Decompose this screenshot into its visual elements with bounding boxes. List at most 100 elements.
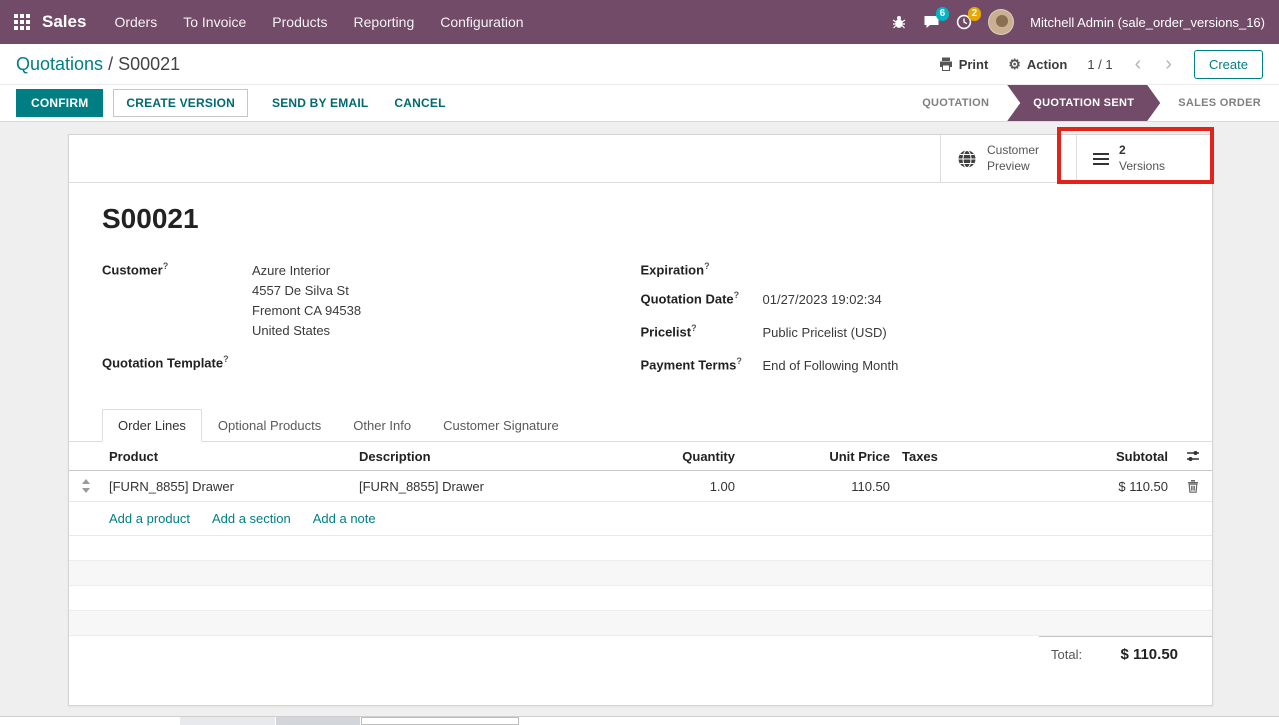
- messages-button[interactable]: 6: [923, 14, 940, 30]
- form-sheet: Customer Preview 2 Versions S00021 Custo…: [68, 134, 1213, 706]
- gear-icon: ⚙: [1008, 56, 1021, 73]
- topbar-right: 6 2 Mitchell Admin (sale_order_versions_…: [891, 9, 1265, 35]
- pager-previous-icon[interactable]: ‹: [1133, 54, 1144, 74]
- versions-button[interactable]: 2 Versions: [1076, 135, 1212, 182]
- field-payment-terms: Payment Terms? End of Following Month: [641, 356, 1180, 376]
- tab-other-info[interactable]: Other Info: [337, 409, 427, 442]
- customer-city: Fremont CA 94538: [252, 301, 361, 321]
- header-quantity[interactable]: Quantity: [671, 449, 741, 464]
- header-taxes[interactable]: Taxes: [896, 449, 1016, 464]
- field-column-left: Customer? Azure Interior 4557 De Silva S…: [102, 261, 641, 389]
- create-version-button[interactable]: CREATE VERSION: [113, 89, 248, 117]
- header-description[interactable]: Description: [353, 449, 671, 464]
- customer-street: 4557 De Silva St: [252, 281, 361, 301]
- breadcrumb: Quotations / S00021: [16, 54, 180, 75]
- customer-preview-line2: Preview: [987, 159, 1039, 175]
- header-product[interactable]: Product: [103, 449, 353, 464]
- pager-counter: 1 / 1: [1087, 57, 1112, 72]
- menu-to-invoice[interactable]: To Invoice: [183, 14, 246, 30]
- form-statusbar: CONFIRM CREATE VERSION SEND BY EMAIL CAN…: [0, 85, 1279, 122]
- step-quotation[interactable]: QUOTATION: [904, 85, 1007, 121]
- help-icon: ?: [223, 354, 229, 364]
- customer-value[interactable]: Azure Interior 4557 De Silva St Fremont …: [252, 261, 361, 341]
- user-name[interactable]: Mitchell Admin (sale_order_versions_16): [1030, 15, 1265, 30]
- bottom-partial-button: [276, 717, 360, 725]
- total-label: Total:: [1051, 647, 1082, 662]
- field-quotation-template: Quotation Template?: [102, 354, 641, 370]
- customer-country: United States: [252, 321, 361, 341]
- action-button[interactable]: ⚙ Action: [1008, 56, 1067, 73]
- pricelist-label: Pricelist?: [641, 323, 763, 343]
- add-note-link[interactable]: Add a note: [313, 511, 376, 526]
- help-icon: ?: [736, 356, 742, 366]
- print-label: Print: [959, 57, 989, 72]
- payment-terms-label: Payment Terms?: [641, 356, 763, 376]
- menu-products[interactable]: Products: [272, 14, 327, 30]
- customer-name[interactable]: Azure Interior: [252, 261, 361, 281]
- cell-subtotal: $ 110.50: [1016, 479, 1174, 494]
- cell-quantity[interactable]: 1.00: [671, 479, 741, 494]
- customer-label: Customer?: [102, 261, 252, 341]
- quotation-date-value[interactable]: 01/27/2023 19:02:34: [763, 290, 882, 310]
- list-icon: [1093, 153, 1109, 165]
- empty-row: [69, 586, 1212, 611]
- pager-next-icon[interactable]: ›: [1163, 54, 1174, 74]
- breadcrumb-separator: /: [103, 54, 118, 74]
- help-icon: ?: [704, 261, 710, 271]
- add-section-link[interactable]: Add a section: [212, 511, 291, 526]
- cell-description[interactable]: [FURN_8855] Drawer: [353, 479, 671, 494]
- create-button[interactable]: Create: [1194, 50, 1263, 79]
- tab-customer-signature[interactable]: Customer Signature: [427, 409, 575, 442]
- cancel-button[interactable]: CANCEL: [384, 90, 455, 116]
- customer-preview-button[interactable]: Customer Preview: [940, 135, 1076, 182]
- top-navbar: Sales Orders To Invoice Products Reporti…: [0, 0, 1279, 44]
- tab-optional-products[interactable]: Optional Products: [202, 409, 337, 442]
- empty-row: [69, 561, 1212, 586]
- field-group: Customer? Azure Interior 4557 De Silva S…: [69, 261, 1212, 389]
- confirm-button[interactable]: CONFIRM: [16, 89, 103, 117]
- drag-handle-icon[interactable]: [81, 479, 91, 493]
- menu-configuration[interactable]: Configuration: [440, 14, 523, 30]
- order-line-row[interactable]: [FURN_8855] Drawer [FURN_8855] Drawer 1.…: [69, 471, 1212, 502]
- bug-icon: [891, 14, 907, 30]
- cell-unit-price[interactable]: 110.50: [741, 479, 896, 494]
- help-icon: ?: [734, 290, 740, 300]
- empty-row: [69, 536, 1212, 561]
- apps-menu-icon[interactable]: [14, 14, 30, 30]
- field-pricelist: Pricelist? Public Pricelist (USD): [641, 323, 1180, 343]
- app-name[interactable]: Sales: [42, 12, 86, 32]
- menu-reporting[interactable]: Reporting: [354, 14, 415, 30]
- action-label: Action: [1027, 57, 1067, 72]
- step-sales-order[interactable]: SALES ORDER: [1160, 85, 1279, 121]
- debug-bug-icon[interactable]: [891, 14, 907, 30]
- help-icon: ?: [691, 323, 697, 333]
- tab-order-lines[interactable]: Order Lines: [102, 409, 202, 442]
- state-steps: QUOTATION QUOTATION SENT SALES ORDER: [904, 85, 1279, 121]
- quotation-template-label: Quotation Template?: [102, 354, 252, 370]
- pricelist-value[interactable]: Public Pricelist (USD): [763, 323, 887, 343]
- total-value: $ 110.50: [1120, 646, 1178, 663]
- field-expiration: Expiration?: [641, 261, 1180, 277]
- cell-product[interactable]: [FURN_8855] Drawer: [103, 479, 353, 494]
- activities-button[interactable]: 2: [956, 14, 972, 30]
- send-by-email-button[interactable]: SEND BY EMAIL: [262, 90, 378, 116]
- step-quotation-sent[interactable]: QUOTATION SENT: [1007, 85, 1160, 121]
- breadcrumb-quotations-link[interactable]: Quotations: [16, 54, 103, 74]
- add-product-link[interactable]: Add a product: [109, 511, 190, 526]
- trash-icon[interactable]: [1187, 479, 1199, 493]
- print-button[interactable]: Print: [939, 57, 989, 72]
- optional-columns-icon[interactable]: [1186, 449, 1200, 463]
- versions-count: 2: [1119, 143, 1165, 159]
- printer-icon: [939, 57, 953, 71]
- bottom-partial-button: [361, 717, 519, 725]
- totals-section: Total: $ 110.50: [69, 636, 1212, 663]
- header-subtotal[interactable]: Subtotal: [1016, 449, 1174, 464]
- quotation-date-label: Quotation Date?: [641, 290, 763, 310]
- header-unit-price[interactable]: Unit Price: [741, 449, 896, 464]
- help-icon: ?: [163, 261, 169, 271]
- payment-terms-value[interactable]: End of Following Month: [763, 356, 899, 376]
- bottom-partial-button: [180, 717, 275, 725]
- menu-orders[interactable]: Orders: [114, 14, 157, 30]
- expiration-label: Expiration?: [641, 261, 763, 277]
- user-avatar[interactable]: [988, 9, 1014, 35]
